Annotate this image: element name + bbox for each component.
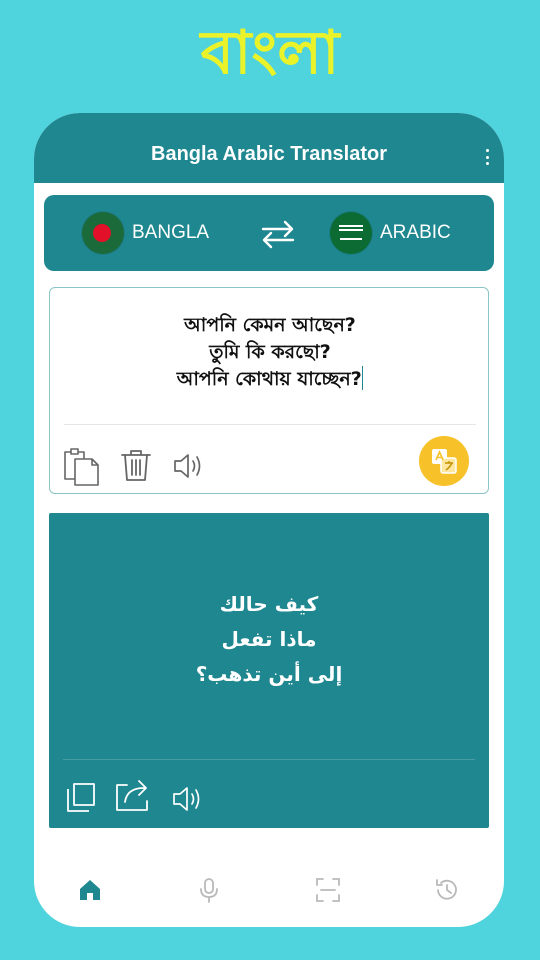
translate-icon: [432, 449, 457, 474]
microphone-icon[interactable]: [196, 877, 222, 903]
source-line: আপনি কোথায় যাচ্ছেন?: [176, 368, 362, 390]
source-line: তুমি কি করছো?: [209, 341, 331, 363]
source-language-button[interactable]: BANGLA: [82, 211, 209, 255]
divider: [64, 424, 476, 425]
share-icon[interactable]: [113, 777, 155, 813]
speaker-icon[interactable]: [172, 452, 204, 480]
translation-output: كيف حالك ماذا تفعل إلى أين تذهب؟: [49, 587, 489, 692]
target-language-label: ARABIC: [380, 222, 451, 243]
output-line: إلى أين تذهب؟: [195, 662, 343, 686]
more-vert-icon[interactable]: [484, 149, 490, 165]
delete-icon[interactable]: [120, 448, 152, 482]
promo-title: বাংলা: [200, 18, 340, 88]
output-line: كيف حالك: [219, 592, 319, 616]
saudi-arabia-flag-icon: [330, 212, 372, 254]
swap-icon[interactable]: [260, 219, 296, 249]
target-language-button[interactable]: ARABIC: [330, 211, 451, 255]
source-text-input[interactable]: আপনি কেমন আছেন? তুমি কি করছো? আপনি কোথায…: [50, 312, 490, 393]
scan-icon[interactable]: [315, 877, 341, 903]
divider: [63, 759, 475, 760]
translation-output-card: كيف حالك ماذا تفعل إلى أين تذهب؟: [49, 513, 489, 828]
text-caret: [361, 366, 364, 390]
app-title: Bangla Arabic Translator: [151, 143, 387, 165]
copy-icon[interactable]: [65, 781, 97, 813]
source-language-label: BANGLA: [132, 222, 210, 243]
bottom-navigation: [34, 865, 504, 915]
translate-button[interactable]: [419, 436, 469, 486]
output-line: ماذا تفعل: [221, 627, 317, 651]
phone-frame: Bangla Arabic Translator BANGLA ARABIC আ…: [34, 113, 504, 927]
speaker-icon[interactable]: [171, 785, 203, 813]
language-selector: BANGLA ARABIC: [44, 195, 494, 271]
history-icon[interactable]: [434, 877, 460, 903]
paste-icon[interactable]: [62, 446, 100, 486]
bangladesh-flag-icon: [82, 212, 124, 254]
app-bar: Bangla Arabic Translator: [34, 113, 504, 183]
home-icon[interactable]: [77, 877, 103, 903]
source-text-card[interactable]: আপনি কেমন আছেন? তুমি কি করছো? আপনি কোথায…: [49, 287, 489, 494]
source-line: আপনি কেমন আছেন?: [184, 314, 356, 336]
